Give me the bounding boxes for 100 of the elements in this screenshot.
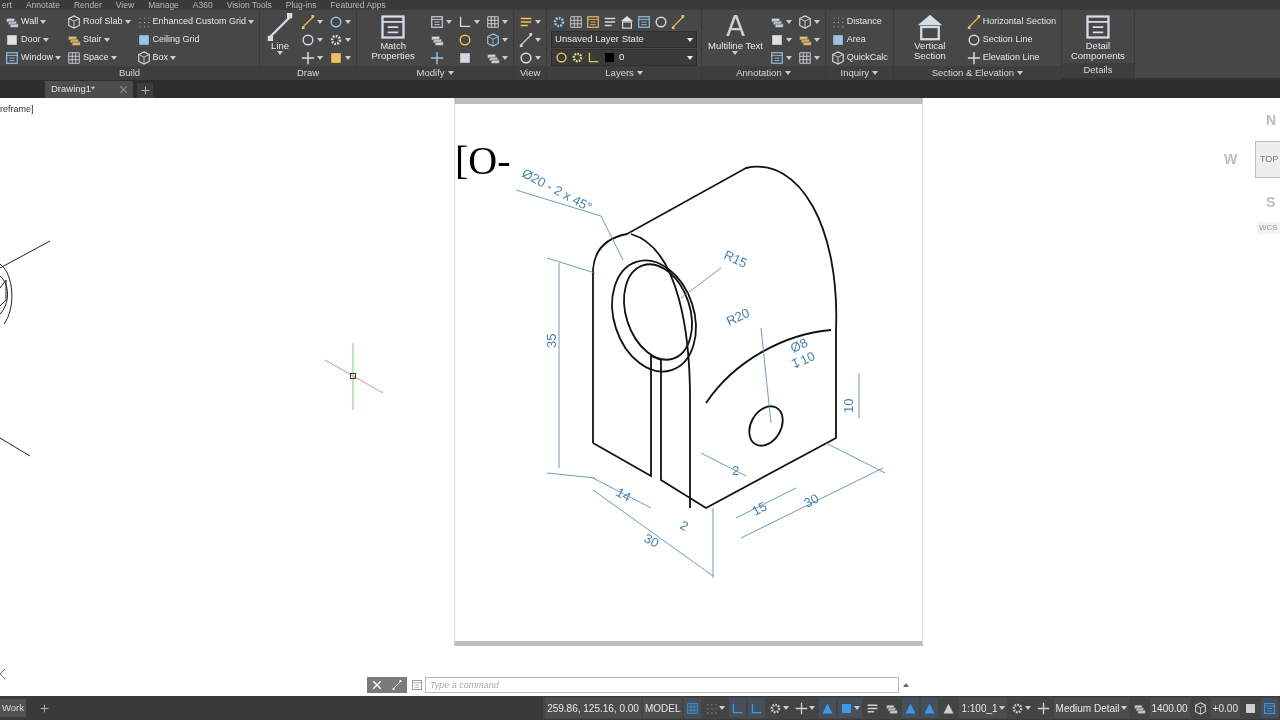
window-icon: [1083, 13, 1112, 41]
prompt-icon[interactable]: [411, 679, 423, 691]
circle-icon: [301, 32, 316, 47]
tool-button[interactable]: Stair: [66, 31, 132, 48]
circle-icon: [654, 14, 669, 29]
square-icon: [329, 50, 344, 65]
new-tab-button[interactable]: [137, 83, 153, 98]
house-icon: [620, 14, 635, 29]
tool-icon-button[interactable]: [300, 49, 325, 66]
dimension-label: 30: [801, 490, 822, 511]
menu-tab[interactable]: A360: [192, 0, 213, 10]
cube-icon: [830, 50, 845, 65]
window-icon: [769, 50, 784, 65]
panel-title[interactable]: Layers: [605, 66, 634, 81]
square-icon: [830, 32, 845, 47]
grid-icon: [67, 50, 81, 65]
menu-tab[interactable]: Render: [73, 0, 102, 10]
tool-icon-button[interactable]: [585, 13, 602, 30]
grid-icon: [486, 14, 501, 29]
menu-tab[interactable]: Vision Tools: [226, 0, 272, 10]
line-icon: [671, 14, 686, 29]
tool-button[interactable]: Wall: [4, 13, 62, 30]
cube-icon: [136, 50, 151, 65]
layout-tab[interactable]: Work: [0, 699, 26, 717]
chevron-icon[interactable]: [0, 669, 6, 679]
status-button[interactable]: 1:100_1: [959, 698, 1007, 718]
tool-icon-button[interactable]: [485, 13, 510, 30]
triangle-icon: [821, 701, 835, 715]
tool-button[interactable]: Horizontal Section: [965, 13, 1057, 30]
window-icon: [430, 14, 445, 29]
cross-icon: [966, 50, 981, 65]
tool-icon-button[interactable]: [796, 13, 821, 30]
tool-icon-button[interactable]: [636, 13, 653, 30]
tool-button[interactable]: QuickCalc: [829, 49, 889, 66]
add-layout-icon[interactable]: [40, 703, 49, 713]
large-tool-button[interactable]: A Multiline Text: [706, 13, 765, 56]
crosshair-cursor: [324, 342, 384, 411]
expand-icon: [903, 683, 909, 687]
dimension-label: 14: [613, 484, 634, 505]
large-tool-button[interactable]: Detail Components: [1065, 13, 1130, 62]
large-tool-button[interactable]: Match Properties: [361, 13, 426, 62]
tool-icon-button[interactable]: [768, 49, 793, 66]
status-button[interactable]: Medium Detail: [1053, 698, 1129, 718]
dimension-label: 2: [732, 463, 740, 478]
line-icon: [519, 32, 534, 47]
tool-button[interactable]: Enhanced Custom Grid: [135, 13, 256, 30]
status-toggle[interactable]: [748, 698, 766, 718]
status-toggle[interactable]: [819, 698, 837, 718]
menu-tab[interactable]: ert: [2, 0, 12, 10]
layer-name: 0: [619, 50, 625, 65]
viewcube-face[interactable]: TOP: [1255, 141, 1280, 178]
status-button[interactable]: 259.86, 125.16, 0.00: [545, 698, 641, 718]
tool-button[interactable]: Section Line: [965, 31, 1057, 48]
status-toggle[interactable]: [684, 698, 702, 718]
menu-tab[interactable]: Annotate: [25, 0, 60, 10]
cube-icon: [486, 32, 501, 47]
file-tab[interactable]: Drawing1*: [45, 81, 133, 98]
menu-tab[interactable]: Featured Apps: [330, 0, 386, 10]
tool-icon-button[interactable]: [568, 13, 585, 30]
status-toggle[interactable]: [1261, 698, 1278, 718]
viewport-label[interactable]: reframe]: [0, 103, 34, 117]
tool-icon-button[interactable]: [429, 13, 454, 30]
tool-icon-button[interactable]: [518, 31, 543, 48]
menu-tab[interactable]: View: [115, 0, 135, 10]
tool-icon-button[interactable]: [796, 49, 821, 66]
status-button[interactable]: +0.00: [1210, 698, 1240, 718]
status-toggle[interactable]: [921, 698, 939, 718]
tool-button[interactable]: Roof Slab: [66, 13, 132, 30]
tool-button[interactable]: Elevation Line: [965, 49, 1057, 66]
angle-icon: [458, 14, 473, 29]
layer-state-dropdown[interactable]: Unsaved Layer State: [551, 31, 698, 48]
status-button[interactable]: 1400.00: [1149, 698, 1190, 718]
gear-icon: [1010, 701, 1024, 715]
menu-tab[interactable]: Manage: [148, 0, 179, 10]
panel-title[interactable]: Build: [119, 66, 141, 81]
tool-button[interactable]: Door: [4, 31, 62, 48]
tool-button[interactable]: Area: [829, 31, 889, 48]
angle-icon: [731, 701, 745, 715]
tool-button[interactable]: Ceiling Grid: [135, 31, 256, 48]
tool-button[interactable]: Window: [4, 49, 62, 66]
tool-button[interactable]: Box: [135, 49, 256, 66]
layer-dropdown[interactable]: 0: [551, 49, 698, 66]
panel-title[interactable]: Modify: [416, 66, 445, 81]
status-button[interactable]: MODEL: [642, 698, 683, 718]
tool-icon-button[interactable]: [670, 13, 687, 30]
command-input[interactable]: Type a command: [425, 677, 899, 693]
menu-tab[interactable]: Plug-ins: [285, 0, 317, 10]
status-toggle[interactable]: [729, 698, 747, 718]
dimension-label: 15: [749, 498, 770, 519]
tool-icon-button[interactable]: [485, 31, 510, 48]
square-icon: [1244, 701, 1257, 715]
square-icon: [840, 701, 854, 715]
status-toggle[interactable]: [902, 698, 920, 718]
large-tool-button[interactable]: Line: [264, 13, 297, 56]
status-toggle[interactable]: [838, 698, 863, 718]
tool-button[interactable]: Distance: [829, 13, 889, 30]
triangle-icon: [904, 701, 918, 715]
large-tool-button[interactable]: Vertical Section: [897, 13, 962, 62]
tool-button[interactable]: Space: [66, 49, 132, 66]
tool-icon-button[interactable]: [300, 13, 325, 30]
